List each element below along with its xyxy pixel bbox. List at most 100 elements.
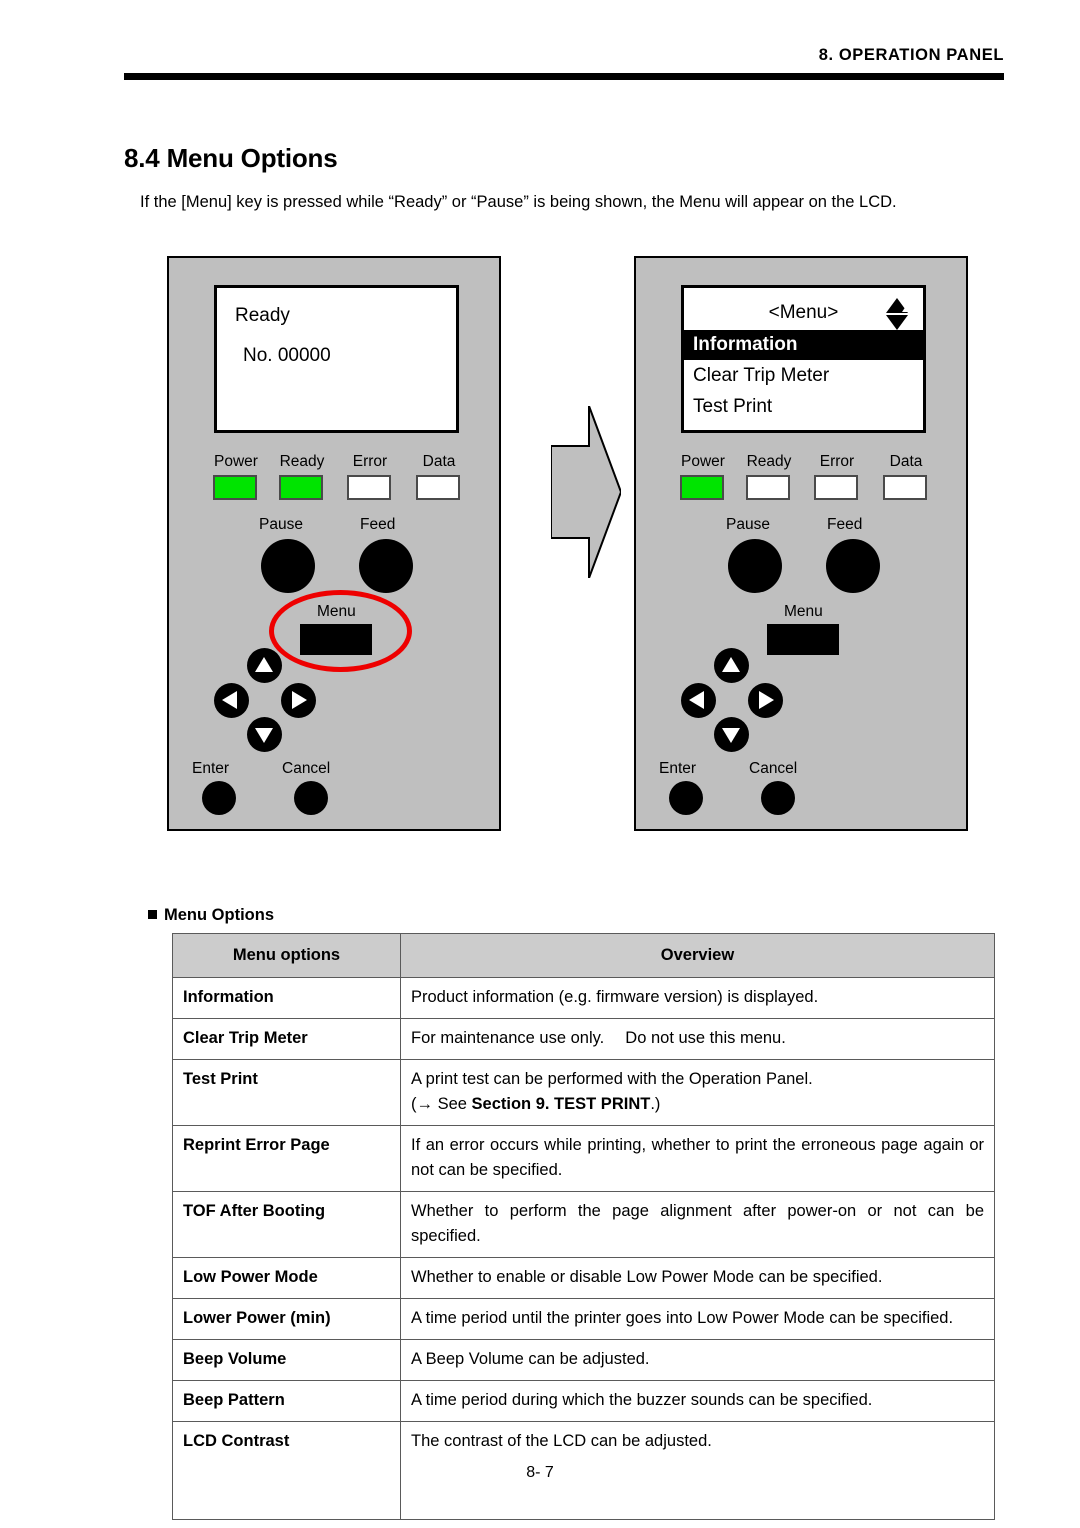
arrow-right-button[interactable] — [748, 683, 783, 718]
cancel-button-label: Cancel — [749, 760, 798, 777]
arrow-right-button[interactable] — [281, 683, 316, 718]
header-rule — [124, 73, 1004, 80]
arrow-down-button[interactable] — [247, 717, 282, 752]
menu-key-highlight-ellipse — [269, 590, 412, 672]
led-label-error: Error — [819, 453, 855, 470]
arrow-down-icon — [255, 728, 273, 743]
led-power — [213, 475, 257, 500]
table-row: Beep Volume A Beep Volume can be adjuste… — [172, 1339, 995, 1381]
operation-panel-ready-state: Ready No. 00000 Power Ready Error Data P… — [167, 256, 501, 831]
menu-option-name: Reprint Error Page — [172, 1125, 401, 1192]
running-head: 8. OPERATION PANEL — [818, 46, 1004, 64]
pause-button-label: Pause — [259, 516, 303, 533]
cancel-button[interactable] — [761, 781, 795, 815]
table-row: Clear Trip Meter For maintenance use onl… — [172, 1018, 995, 1060]
led-ready — [279, 475, 323, 500]
menu-option-overview: Whether to perform the page alignment af… — [400, 1191, 995, 1258]
menu-option-name: Low Power Mode — [172, 1257, 401, 1299]
operation-panel-menu-state: <Menu> Information Clear Trip Meter Test… — [634, 256, 968, 831]
table-row: Test Print A print test can be performed… — [172, 1059, 995, 1126]
led-power — [680, 475, 724, 500]
menu-option-overview: A Beep Volume can be adjusted. — [400, 1339, 995, 1381]
lcd-display-ready: Ready No. 00000 — [214, 285, 459, 433]
menu-item-clear-trip-meter[interactable]: Clear Trip Meter — [684, 361, 923, 391]
menu-option-overview: A print test can be performed with the O… — [400, 1059, 995, 1126]
led-data — [883, 475, 927, 500]
led-label-data: Data — [889, 453, 923, 470]
reference-section: Section 9. TEST PRINT — [471, 1095, 651, 1113]
page-number: 8- 7 — [526, 1464, 554, 1481]
lcd-display-menu: <Menu> Information Clear Trip Meter Test… — [681, 285, 926, 433]
cancel-button-label: Cancel — [282, 760, 331, 777]
table-row: Beep Pattern A time period during which … — [172, 1380, 995, 1422]
overview-text: A print test can be performed with the O… — [411, 1070, 813, 1088]
led-label-error: Error — [352, 453, 388, 470]
table-header-row: Menu options Overview — [172, 933, 995, 978]
menu-option-name: Information — [172, 977, 401, 1019]
menu-option-overview: Product information (e.g. firmware versi… — [400, 977, 995, 1019]
led-label-data: Data — [422, 453, 456, 470]
column-header-menu-options: Menu options — [172, 933, 401, 978]
column-header-overview: Overview — [400, 933, 995, 978]
menu-options-table: Menu options Overview Information Produc… — [172, 933, 995, 1520]
scroll-updown-icon — [886, 298, 914, 330]
cancel-button[interactable] — [294, 781, 328, 815]
table-row: Low Power Mode Whether to enable or disa… — [172, 1257, 995, 1299]
arrow-up-button[interactable] — [714, 648, 749, 683]
menu-option-overview: For maintenance use only. Do not use thi… — [400, 1018, 995, 1060]
arrow-down-button[interactable] — [714, 717, 749, 752]
table-caption: Menu Options — [148, 906, 274, 925]
bullet-square-icon — [148, 910, 157, 919]
menu-option-name: Clear Trip Meter — [172, 1018, 401, 1060]
led-label-power: Power — [681, 453, 725, 470]
led-ready — [746, 475, 790, 500]
menu-option-overview: A time period during which the buzzer so… — [400, 1380, 995, 1422]
arrow-left-button[interactable] — [214, 683, 249, 718]
intro-paragraph: If the [Menu] key is pressed while “Read… — [140, 193, 897, 211]
arrow-left-button[interactable] — [681, 683, 716, 718]
feed-button-label: Feed — [360, 516, 396, 533]
arrow-down-icon — [722, 728, 740, 743]
enter-button-label: Enter — [659, 760, 697, 777]
menu-option-name: Test Print — [172, 1059, 401, 1126]
menu-option-name: Lower Power (min) — [172, 1298, 401, 1340]
reference-suffix: .) — [650, 1095, 661, 1113]
menu-option-name: Beep Pattern — [172, 1380, 401, 1422]
led-error — [814, 475, 858, 500]
feed-button[interactable] — [359, 539, 413, 593]
table-caption-label: Menu Options — [164, 906, 274, 924]
feed-button[interactable] — [826, 539, 880, 593]
table-row: TOF After Booting Whether to perform the… — [172, 1191, 995, 1258]
pause-button-label: Pause — [726, 516, 770, 533]
enter-button-label: Enter — [192, 760, 230, 777]
led-error — [347, 475, 391, 500]
menu-button[interactable] — [767, 624, 839, 655]
pause-button[interactable] — [728, 539, 782, 593]
table-row: Information Product information (e.g. fi… — [172, 977, 995, 1019]
scroll-down-icon — [886, 315, 908, 330]
led-label-ready: Ready — [279, 453, 325, 470]
led-label-power: Power — [214, 453, 258, 470]
menu-option-overview: A time period until the printer goes int… — [400, 1298, 995, 1340]
led-label-ready: Ready — [746, 453, 792, 470]
menu-option-name: TOF After Booting — [172, 1191, 401, 1258]
menu-button-label: Menu — [784, 603, 823, 620]
enter-button[interactable] — [202, 781, 236, 815]
enter-button[interactable] — [669, 781, 703, 815]
arrow-up-icon — [255, 657, 273, 672]
scroll-up-icon — [886, 298, 914, 313]
arrow-right-icon — [759, 691, 774, 709]
arrow-up-button[interactable] — [247, 648, 282, 683]
reference-prefix: (→ See — [411, 1095, 472, 1113]
menu-item-test-print[interactable]: Test Print — [684, 392, 923, 422]
menu-option-overview: If an error occurs while printing, wheth… — [400, 1125, 995, 1192]
menu-option-name: Beep Volume — [172, 1339, 401, 1381]
lcd-number-text: No. 00000 — [243, 345, 331, 366]
arrow-right-icon — [292, 691, 307, 709]
feed-button-label: Feed — [827, 516, 863, 533]
led-data — [416, 475, 460, 500]
page-title: 8.4 Menu Options — [124, 143, 338, 173]
menu-item-information[interactable]: Information — [684, 330, 923, 360]
pause-button[interactable] — [261, 539, 315, 593]
menu-option-overview: Whether to enable or disable Low Power M… — [400, 1257, 995, 1299]
